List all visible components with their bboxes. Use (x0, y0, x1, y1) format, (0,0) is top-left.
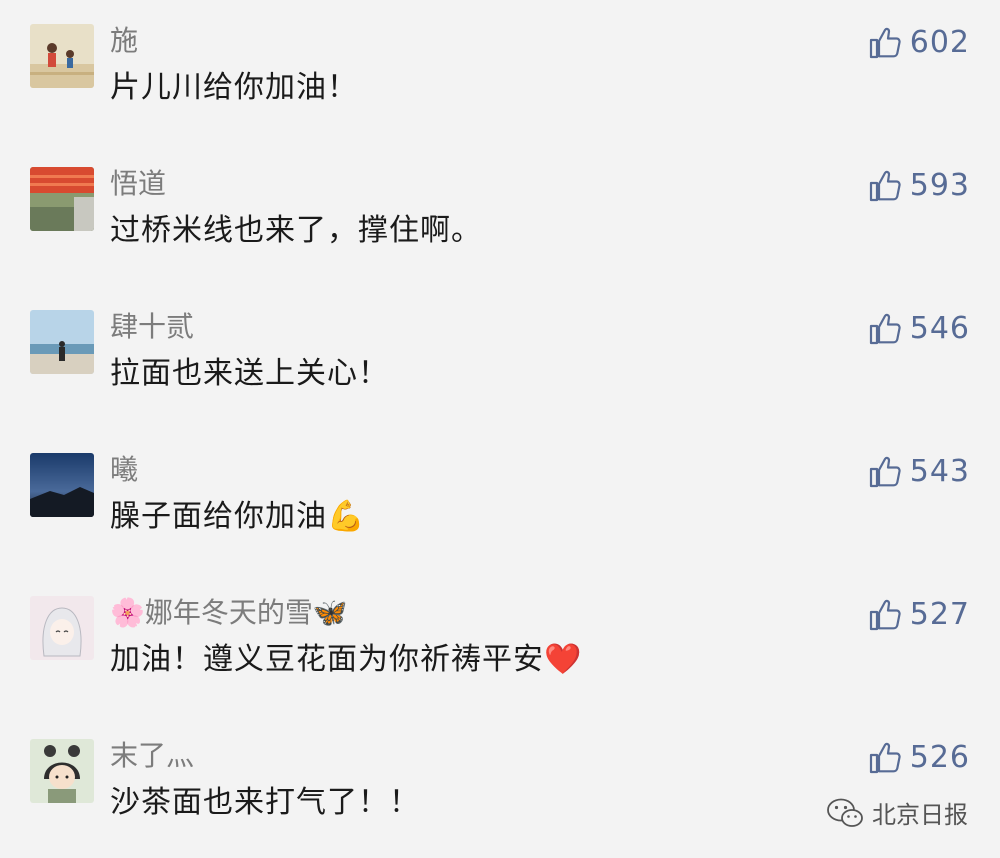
comment-item: 🌸娜年冬天的雪🦋 加油！遵义豆花面为你祈祷平安❤️ 527 (0, 572, 1000, 715)
comment-content: 拉面也来送上关心！ (110, 356, 389, 391)
comment-nickname: 施 (110, 24, 139, 57)
like-button[interactable]: 527 (868, 596, 970, 634)
comment-nickname: 🌸娜年冬天的雪🦋 (110, 596, 348, 629)
like-count: 527 (909, 597, 970, 632)
watermark: 北京日报 (826, 795, 968, 830)
avatar-image (30, 310, 94, 374)
comment-content: 臊子面给你加油💪 (110, 499, 366, 534)
avatar-image (30, 739, 94, 803)
like-button[interactable]: 593 (868, 167, 970, 205)
thumbs-up-icon (869, 742, 901, 774)
like-count: 526 (909, 740, 970, 775)
like-button[interactable]: 602 (868, 24, 970, 62)
thumbs-up-icon (869, 27, 901, 59)
comment-item: 肆十贰 拉面也来送上关心！ 546 (0, 286, 1000, 429)
like-count: 543 (909, 454, 970, 489)
thumbs-up-icon (869, 599, 901, 631)
comment-nickname: 曦 (110, 453, 139, 486)
comment-list: 施 片儿川给你加油！ 602 悟道 过桥米线也来了，撑住啊。 593 肆十贰 拉… (0, 0, 1000, 858)
comment-content: 沙茶面也来打气了！！ (110, 785, 420, 820)
comment-nickname: 肆十贰 (110, 310, 195, 343)
watermark-text: 北京日报 (872, 801, 968, 829)
avatar-image (30, 167, 94, 231)
avatar[interactable] (30, 24, 94, 88)
avatar-image (30, 596, 94, 660)
like-button[interactable]: 546 (868, 310, 970, 348)
like-count: 602 (909, 25, 970, 60)
like-count: 593 (909, 168, 970, 203)
thumbs-up-icon (869, 170, 901, 202)
comment-nickname: 悟道 (110, 167, 167, 200)
avatar[interactable] (30, 310, 94, 374)
wechat-icon (827, 798, 863, 827)
avatar-image (30, 24, 94, 88)
comment-item: 末了灬 沙茶面也来打气了！！ 526 (0, 715, 1000, 858)
avatar[interactable] (30, 596, 94, 660)
like-button[interactable]: 543 (868, 453, 970, 491)
comment-item: 施 片儿川给你加油！ 602 (0, 0, 1000, 143)
like-button[interactable]: 526 (868, 739, 970, 777)
comment-nickname: 末了灬 (110, 739, 195, 772)
comment-content: 加油！遵义豆花面为你祈祷平安❤️ (110, 642, 583, 677)
like-count: 546 (909, 311, 970, 346)
avatar[interactable] (30, 453, 94, 517)
comment-content: 片儿川给你加油！ (110, 70, 358, 105)
comment-item: 悟道 过桥米线也来了，撑住啊。 593 (0, 143, 1000, 286)
avatar[interactable] (30, 739, 94, 803)
thumbs-up-icon (869, 456, 901, 488)
comment-item: 曦 臊子面给你加油💪 543 (0, 429, 1000, 572)
avatar-image (30, 453, 94, 517)
avatar[interactable] (30, 167, 94, 231)
thumbs-up-icon (869, 313, 901, 345)
comment-content: 过桥米线也来了，撑住啊。 (110, 213, 482, 248)
